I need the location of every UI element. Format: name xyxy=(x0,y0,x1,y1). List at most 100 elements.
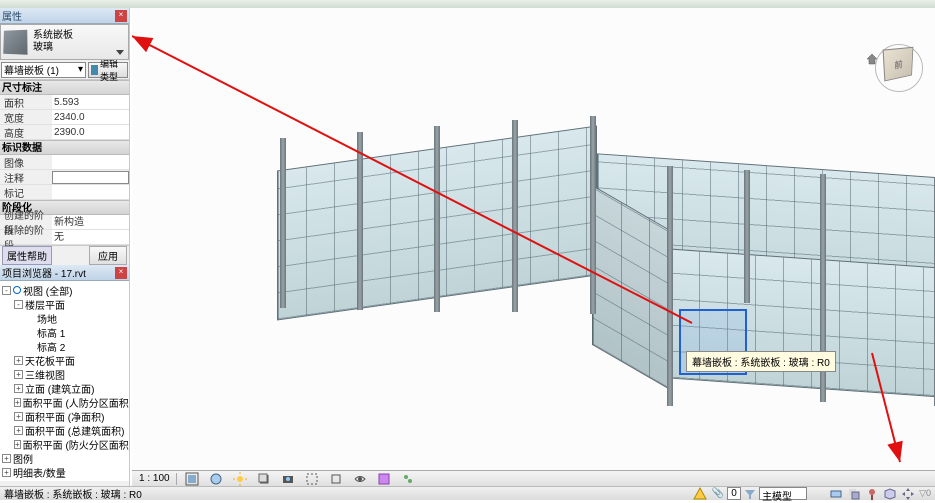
tree-item[interactable]: +三维视图 xyxy=(2,367,127,381)
properties-help-button[interactable]: 属性帮助 xyxy=(2,246,52,265)
close-icon[interactable]: × xyxy=(115,267,127,279)
expand-icon[interactable]: + xyxy=(2,468,11,477)
prop-value[interactable]: 5.593 xyxy=(52,95,129,109)
tree-item[interactable]: +天花板平面 xyxy=(2,353,127,367)
view-cube[interactable]: 前 xyxy=(883,48,923,88)
tree-item[interactable]: +明细表/数量 xyxy=(2,465,127,479)
select-underlay-icon[interactable] xyxy=(847,487,861,501)
chevron-down-icon: ▾ xyxy=(78,64,83,75)
select-by-face-icon[interactable] xyxy=(883,487,897,501)
hide-isolate-icon[interactable] xyxy=(351,472,369,486)
drag-elements-icon[interactable] xyxy=(901,487,915,501)
tree-item-label: 面积平面 (净面积) xyxy=(25,409,104,424)
status-middle: 📎 0 主模型 xyxy=(691,487,807,501)
tree-item-label: 明细表/数量 xyxy=(13,465,66,480)
sun-path-icon[interactable] xyxy=(231,472,249,486)
prop-row[interactable]: 注释 xyxy=(0,170,129,185)
warning-icon[interactable] xyxy=(693,487,707,501)
building-model[interactable]: 幕墙嵌板 : 系统嵌板 : 玻璃 : R0 xyxy=(262,108,935,398)
expand-icon[interactable]: + xyxy=(14,356,23,365)
properties-title: 属性 xyxy=(2,8,22,23)
prop-value[interactable] xyxy=(52,185,129,199)
tree-item[interactable]: -楼层平面 xyxy=(2,297,127,311)
expand-icon[interactable]: + xyxy=(14,426,23,435)
project-browser-title: 项目浏览器 - 17.rvt xyxy=(2,265,86,280)
status-text: 幕墙嵌板 : 系统嵌板 : 玻璃 : R0 xyxy=(4,486,142,501)
tree-item[interactable]: +面积平面 (人防分区面积) xyxy=(2,395,127,409)
prop-label: 面积 xyxy=(0,95,52,110)
expand-icon[interactable]: + xyxy=(14,412,23,421)
project-browser-header[interactable]: 项目浏览器 - 17.rvt × xyxy=(0,265,129,281)
type-name: 玻璃 xyxy=(33,42,73,54)
tree-item-label: 标高 1 xyxy=(37,325,65,340)
prop-value[interactable]: 2390.0 xyxy=(52,125,129,139)
filter-icon[interactable] xyxy=(743,487,757,501)
tree-item[interactable]: +面积平面 (总建筑面积) xyxy=(2,423,127,437)
worksharing-icon[interactable] xyxy=(399,472,417,486)
prop-row[interactable]: 面积5.593 xyxy=(0,95,129,110)
view-control-bar: 1 : 100 xyxy=(132,470,935,486)
tree-item[interactable]: 场地 xyxy=(2,311,127,325)
prop-row[interactable]: 高度2390.0 xyxy=(0,125,129,140)
reveal-hidden-icon[interactable] xyxy=(375,472,393,486)
prop-section-header[interactable]: 标识数据 xyxy=(0,140,129,155)
collapse-icon[interactable]: - xyxy=(14,300,23,309)
status-right: ▽0 xyxy=(827,487,931,501)
crop-region-icon[interactable] xyxy=(327,472,345,486)
tree-item[interactable]: -视图 (全部) xyxy=(2,283,127,297)
instance-filter-dropdown[interactable]: 幕墙嵌板 (1) ▾ xyxy=(1,62,86,78)
model-group-dropdown[interactable]: 主模型 xyxy=(759,487,807,500)
collapse-icon[interactable]: - xyxy=(2,286,11,295)
tree-item[interactable]: +面积平面 (防火分区面积) xyxy=(2,437,127,451)
type-selector[interactable]: 系统嵌板 玻璃 xyxy=(0,24,129,60)
expand-icon[interactable]: + xyxy=(14,370,23,379)
filter-count-icon[interactable]: ▽0 xyxy=(919,488,931,499)
model-viewport[interactable]: 前 幕墙嵌板 : 系统嵌板 : 玻璃 : R0 1 : 10 xyxy=(132,8,935,486)
edit-type-button[interactable]: 编辑类型 xyxy=(88,62,128,78)
prop-row[interactable]: 标记 xyxy=(0,185,129,200)
prop-value[interactable] xyxy=(52,155,129,169)
close-icon[interactable]: × xyxy=(115,10,127,22)
type-family: 系统嵌板 xyxy=(33,30,73,42)
prop-row[interactable]: 宽度2340.0 xyxy=(0,110,129,125)
tree-item-label: 楼层平面 xyxy=(25,297,65,312)
prop-value[interactable] xyxy=(52,171,129,184)
status-stepper[interactable]: 0 xyxy=(727,487,741,500)
expand-icon[interactable]: + xyxy=(14,384,23,393)
edit-type-icon xyxy=(91,65,98,75)
project-browser-tree[interactable]: -视图 (全部)-楼层平面场地标高 1标高 2+天花板平面+三维视图+立面 (建… xyxy=(0,281,129,481)
expand-icon[interactable]: + xyxy=(14,440,21,449)
prop-row[interactable]: 图像 xyxy=(0,155,129,170)
expand-icon[interactable]: + xyxy=(14,398,21,407)
status-sep: 📎 xyxy=(712,488,724,499)
prop-value[interactable]: 2340.0 xyxy=(52,110,129,124)
tree-item-label: 面积平面 (防火分区面积) xyxy=(23,437,129,452)
shadows-icon[interactable] xyxy=(255,472,273,486)
apply-button[interactable]: 应用 xyxy=(89,246,127,265)
tree-item[interactable]: 标高 2 xyxy=(2,339,127,353)
tree-item-label: 场地 xyxy=(37,311,57,326)
select-links-icon[interactable] xyxy=(829,487,843,501)
tree-item-label: 图例 xyxy=(13,451,33,466)
visual-style-icon[interactable] xyxy=(207,472,225,486)
prop-value[interactable]: 新构造 xyxy=(52,215,129,229)
prop-label: 标记 xyxy=(0,185,52,200)
tree-item[interactable]: 标高 1 xyxy=(2,325,127,339)
prop-value[interactable]: 无 xyxy=(52,230,129,244)
tree-item[interactable]: +图例 xyxy=(2,451,127,465)
tree-item-label: 标高 2 xyxy=(37,339,65,354)
crop-view-icon[interactable] xyxy=(303,472,321,486)
view-scale[interactable]: 1 : 100 xyxy=(139,473,170,484)
expand-icon[interactable]: + xyxy=(2,454,11,463)
tree-item[interactable]: +立面 (建筑立面) xyxy=(2,381,127,395)
detail-level-icon[interactable] xyxy=(183,472,201,486)
tree-item[interactable]: +面积平面 (净面积) xyxy=(2,409,127,423)
tree-item-label: 面积平面 (总建筑面积) xyxy=(25,423,124,438)
prop-row[interactable]: 拆除的阶段无 xyxy=(0,230,129,245)
tree-item-label: 图纸 (全部) xyxy=(13,479,62,482)
properties-header[interactable]: 属性 × xyxy=(0,8,129,24)
instance-filter-value: 幕墙嵌板 (1) xyxy=(4,62,59,77)
select-pinned-icon[interactable] xyxy=(865,487,879,501)
prop-label: 图像 xyxy=(0,155,52,170)
rendering-icon[interactable] xyxy=(279,472,297,486)
